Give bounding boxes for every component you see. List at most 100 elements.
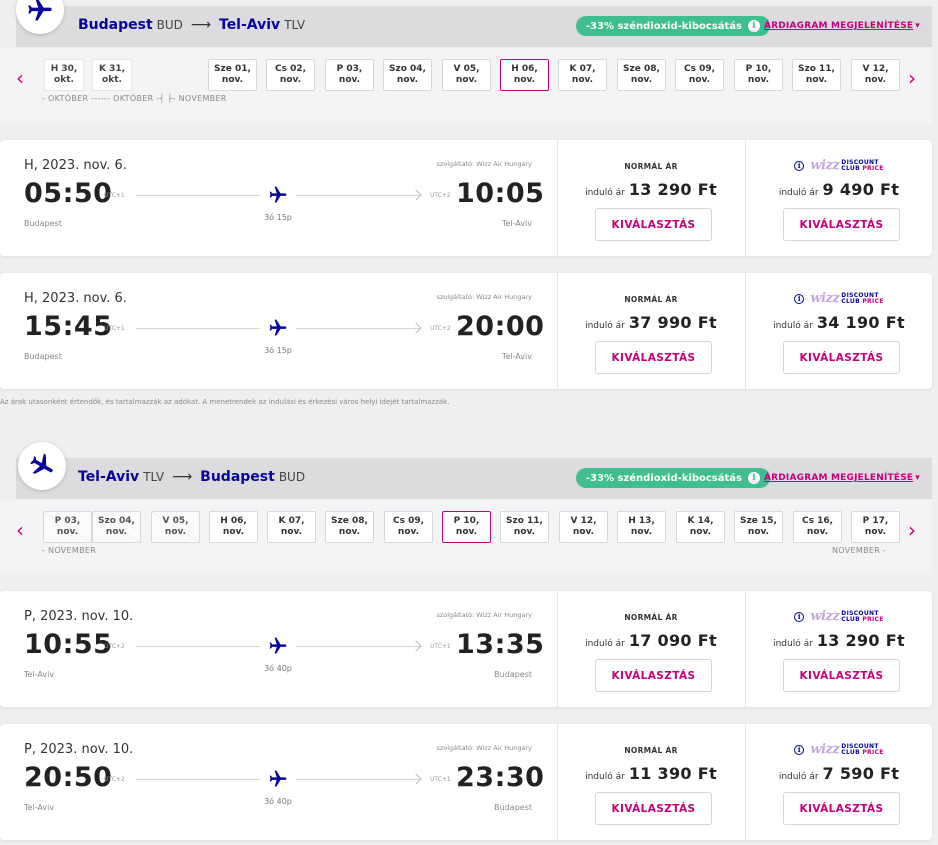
wizz-discount-club-logo: wizz DISCOUNT CLUB PRICE bbox=[810, 158, 883, 173]
date-day-label: H 30, bbox=[50, 64, 78, 74]
date-option[interactable]: K 31, okt. bbox=[92, 59, 132, 91]
select-club-fare-button[interactable]: KIVÁLASZTÁS bbox=[783, 792, 900, 825]
route-line bbox=[136, 779, 260, 780]
date-option[interactable]: Cs 16, nov. bbox=[793, 511, 842, 543]
date-option[interactable]: P 17, nov. bbox=[851, 511, 900, 543]
select-club-fare-button[interactable]: KIVÁLASZTÁS bbox=[783, 659, 900, 692]
date-day-label: V 05, bbox=[453, 64, 480, 74]
route-line bbox=[136, 195, 260, 196]
route-line bbox=[136, 328, 260, 329]
destination-city: Budapest bbox=[200, 469, 275, 485]
price-diagram-label: ÁRDIAGRAM MEGJELENÍTÉSE bbox=[763, 21, 914, 31]
date-option[interactable]: K 07, nov. bbox=[558, 59, 607, 91]
club-fare-price: induló ár 13 290 Ft bbox=[746, 631, 932, 650]
date-option[interactable]: H 13, nov. bbox=[617, 511, 666, 543]
normal-price-amount: 37 990 Ft bbox=[628, 313, 717, 332]
select-club-fare-button[interactable]: KIVÁLASZTÁS bbox=[783, 208, 900, 241]
price-diagram-link[interactable]: ÁRDIAGRAM MEGJELENÍTÉSE ▾ bbox=[764, 21, 920, 31]
date-day-label: Szo 04, bbox=[389, 64, 426, 74]
normal-fare-column: NORMÁL ÁR induló ár 37 990 Ft KIVÁLASZTÁS bbox=[558, 273, 744, 389]
caret-down-icon: ▾ bbox=[915, 21, 920, 31]
date-option[interactable]: Szo 11, nov. bbox=[500, 511, 549, 543]
club-line2: CLUB bbox=[841, 164, 863, 172]
outbound-next-dates-icon[interactable]: › bbox=[902, 66, 922, 90]
date-option[interactable]: Cs 09, nov. bbox=[675, 59, 724, 91]
return-route-title: Tel-Aviv TLV ⟶ Budapest BUD bbox=[78, 469, 305, 485]
wizz-discount-club-logo: wizz DISCOUNT CLUB PRICE bbox=[810, 291, 883, 306]
co2-label: -33% széndioxid-kibocsátás bbox=[585, 472, 742, 484]
flight-date: H, 2023. nov. 6. bbox=[24, 291, 127, 306]
date-option: Szo 04, nov. bbox=[92, 511, 141, 543]
flight-duration: 3ó 15p bbox=[264, 213, 292, 222]
date-option[interactable]: P 10, nov. bbox=[442, 511, 491, 543]
return-next-dates-icon[interactable]: › bbox=[902, 518, 922, 542]
date-option[interactable]: Cs 02, nov. bbox=[266, 59, 315, 91]
flight-card: P, 2023. nov. 10. szolgáltató: Wizz Air … bbox=[0, 724, 932, 840]
co2-badge[interactable]: -33% széndioxid-kibocsátás i bbox=[575, 468, 770, 488]
flight-plane-icon bbox=[266, 185, 290, 205]
caret-down-icon: ▾ bbox=[915, 473, 920, 483]
select-normal-fare-button[interactable]: KIVÁLASZTÁS bbox=[595, 659, 712, 692]
date-option[interactable]: H 06, nov. bbox=[500, 59, 549, 91]
discount-club-title: i wizz DISCOUNT CLUB PRICE bbox=[746, 609, 932, 624]
date-day-label: Szo 11, bbox=[506, 516, 543, 526]
operator-label: szolgáltató: Wizz Air Hungary bbox=[436, 160, 532, 168]
date-month-label: nov. bbox=[164, 527, 187, 537]
from-label: induló ár bbox=[585, 772, 625, 782]
date-month-label: nov. bbox=[56, 527, 79, 537]
from-label: induló ár bbox=[778, 772, 819, 782]
arrival-utc: UTC+2 bbox=[430, 325, 451, 332]
date-option[interactable]: V 05, nov. bbox=[442, 59, 491, 91]
date-option[interactable]: H 06, nov. bbox=[209, 511, 258, 543]
info-icon[interactable]: i bbox=[794, 160, 805, 171]
date-option[interactable]: V 12, nov. bbox=[559, 511, 608, 543]
date-option[interactable]: Sze 08, nov. bbox=[325, 511, 374, 543]
return-prev-dates-icon[interactable]: ‹ bbox=[10, 518, 30, 542]
normal-price-amount: 17 090 Ft bbox=[628, 631, 717, 650]
price-diagram-link[interactable]: ÁRDIAGRAM MEGJELENÍTÉSE ▾ bbox=[764, 473, 920, 483]
select-normal-fare-button[interactable]: KIVÁLASZTÁS bbox=[595, 341, 712, 374]
date-option[interactable]: Szo 11, nov. bbox=[792, 59, 841, 91]
date-option[interactable]: Sze 15, nov. bbox=[734, 511, 783, 543]
club-price-amount: 34 190 Ft bbox=[816, 313, 905, 332]
co2-badge[interactable]: -33% széndioxid-kibocsátás i bbox=[575, 16, 770, 36]
plane-icon bbox=[269, 637, 287, 654]
info-icon[interactable]: i bbox=[794, 744, 805, 755]
outbound-prev-dates-icon[interactable]: ‹ bbox=[10, 66, 30, 90]
select-normal-fare-button[interactable]: KIVÁLASZTÁS bbox=[595, 208, 712, 241]
date-day-label: K 14, bbox=[687, 516, 714, 526]
date-option[interactable]: P 10, nov. bbox=[734, 59, 783, 91]
info-icon[interactable]: i bbox=[794, 293, 805, 304]
date-option[interactable]: K 07, nov. bbox=[267, 511, 316, 543]
select-club-fare-button[interactable]: KIVÁLASZTÁS bbox=[783, 341, 900, 374]
date-option[interactable]: H 30, okt. bbox=[44, 59, 84, 91]
date-option[interactable]: K 14, nov. bbox=[676, 511, 725, 543]
date-day-label: Sze 01, bbox=[214, 64, 251, 74]
date-option[interactable]: Cs 09, nov. bbox=[384, 511, 433, 543]
flight-duration: 3ó 15p bbox=[264, 346, 292, 355]
date-option[interactable]: Sze 01, nov. bbox=[208, 59, 257, 91]
plane-icon bbox=[269, 186, 287, 203]
info-icon[interactable]: i bbox=[794, 611, 805, 622]
normal-price-amount: 11 390 Ft bbox=[628, 764, 717, 783]
club-fare-price: induló ár 34 190 Ft bbox=[746, 313, 932, 332]
route-line bbox=[136, 646, 260, 647]
price-disclaimer: Az árak utasonként értendők, és tartalma… bbox=[0, 398, 450, 406]
route-line bbox=[296, 195, 420, 196]
outbound-month-labels: - OKTÓBER ------ OKTÓBER -┤ ├- NOVEMBER bbox=[42, 94, 227, 103]
date-month-label: nov. bbox=[513, 75, 536, 85]
route-arrow-icon bbox=[410, 773, 422, 785]
from-label: induló ár bbox=[585, 639, 625, 649]
date-option[interactable]: P 03, nov. bbox=[325, 59, 374, 91]
date-option[interactable]: Sze 08, nov. bbox=[617, 59, 666, 91]
outbound-date-strip: ‹ H 30, okt. K 31, okt. Sze 01, nov. Cs 02, nov… bbox=[0, 48, 932, 123]
date-day-label: Szo 11, bbox=[798, 64, 835, 74]
date-day-label: H 06, bbox=[511, 64, 538, 74]
date-option[interactable]: V 12, nov. bbox=[851, 59, 900, 91]
club-line2-price: PRICE bbox=[862, 748, 884, 756]
date-day-label: V 12, bbox=[862, 64, 889, 74]
date-option[interactable]: Szo 04, nov. bbox=[383, 59, 432, 91]
outbound-route-header: Budapest BUD ⟶ Tel-Aviv TLV -33% széndioxid-… bbox=[16, 6, 932, 47]
flight-plane-icon bbox=[266, 769, 290, 789]
select-normal-fare-button[interactable]: KIVÁLASZTÁS bbox=[595, 792, 712, 825]
